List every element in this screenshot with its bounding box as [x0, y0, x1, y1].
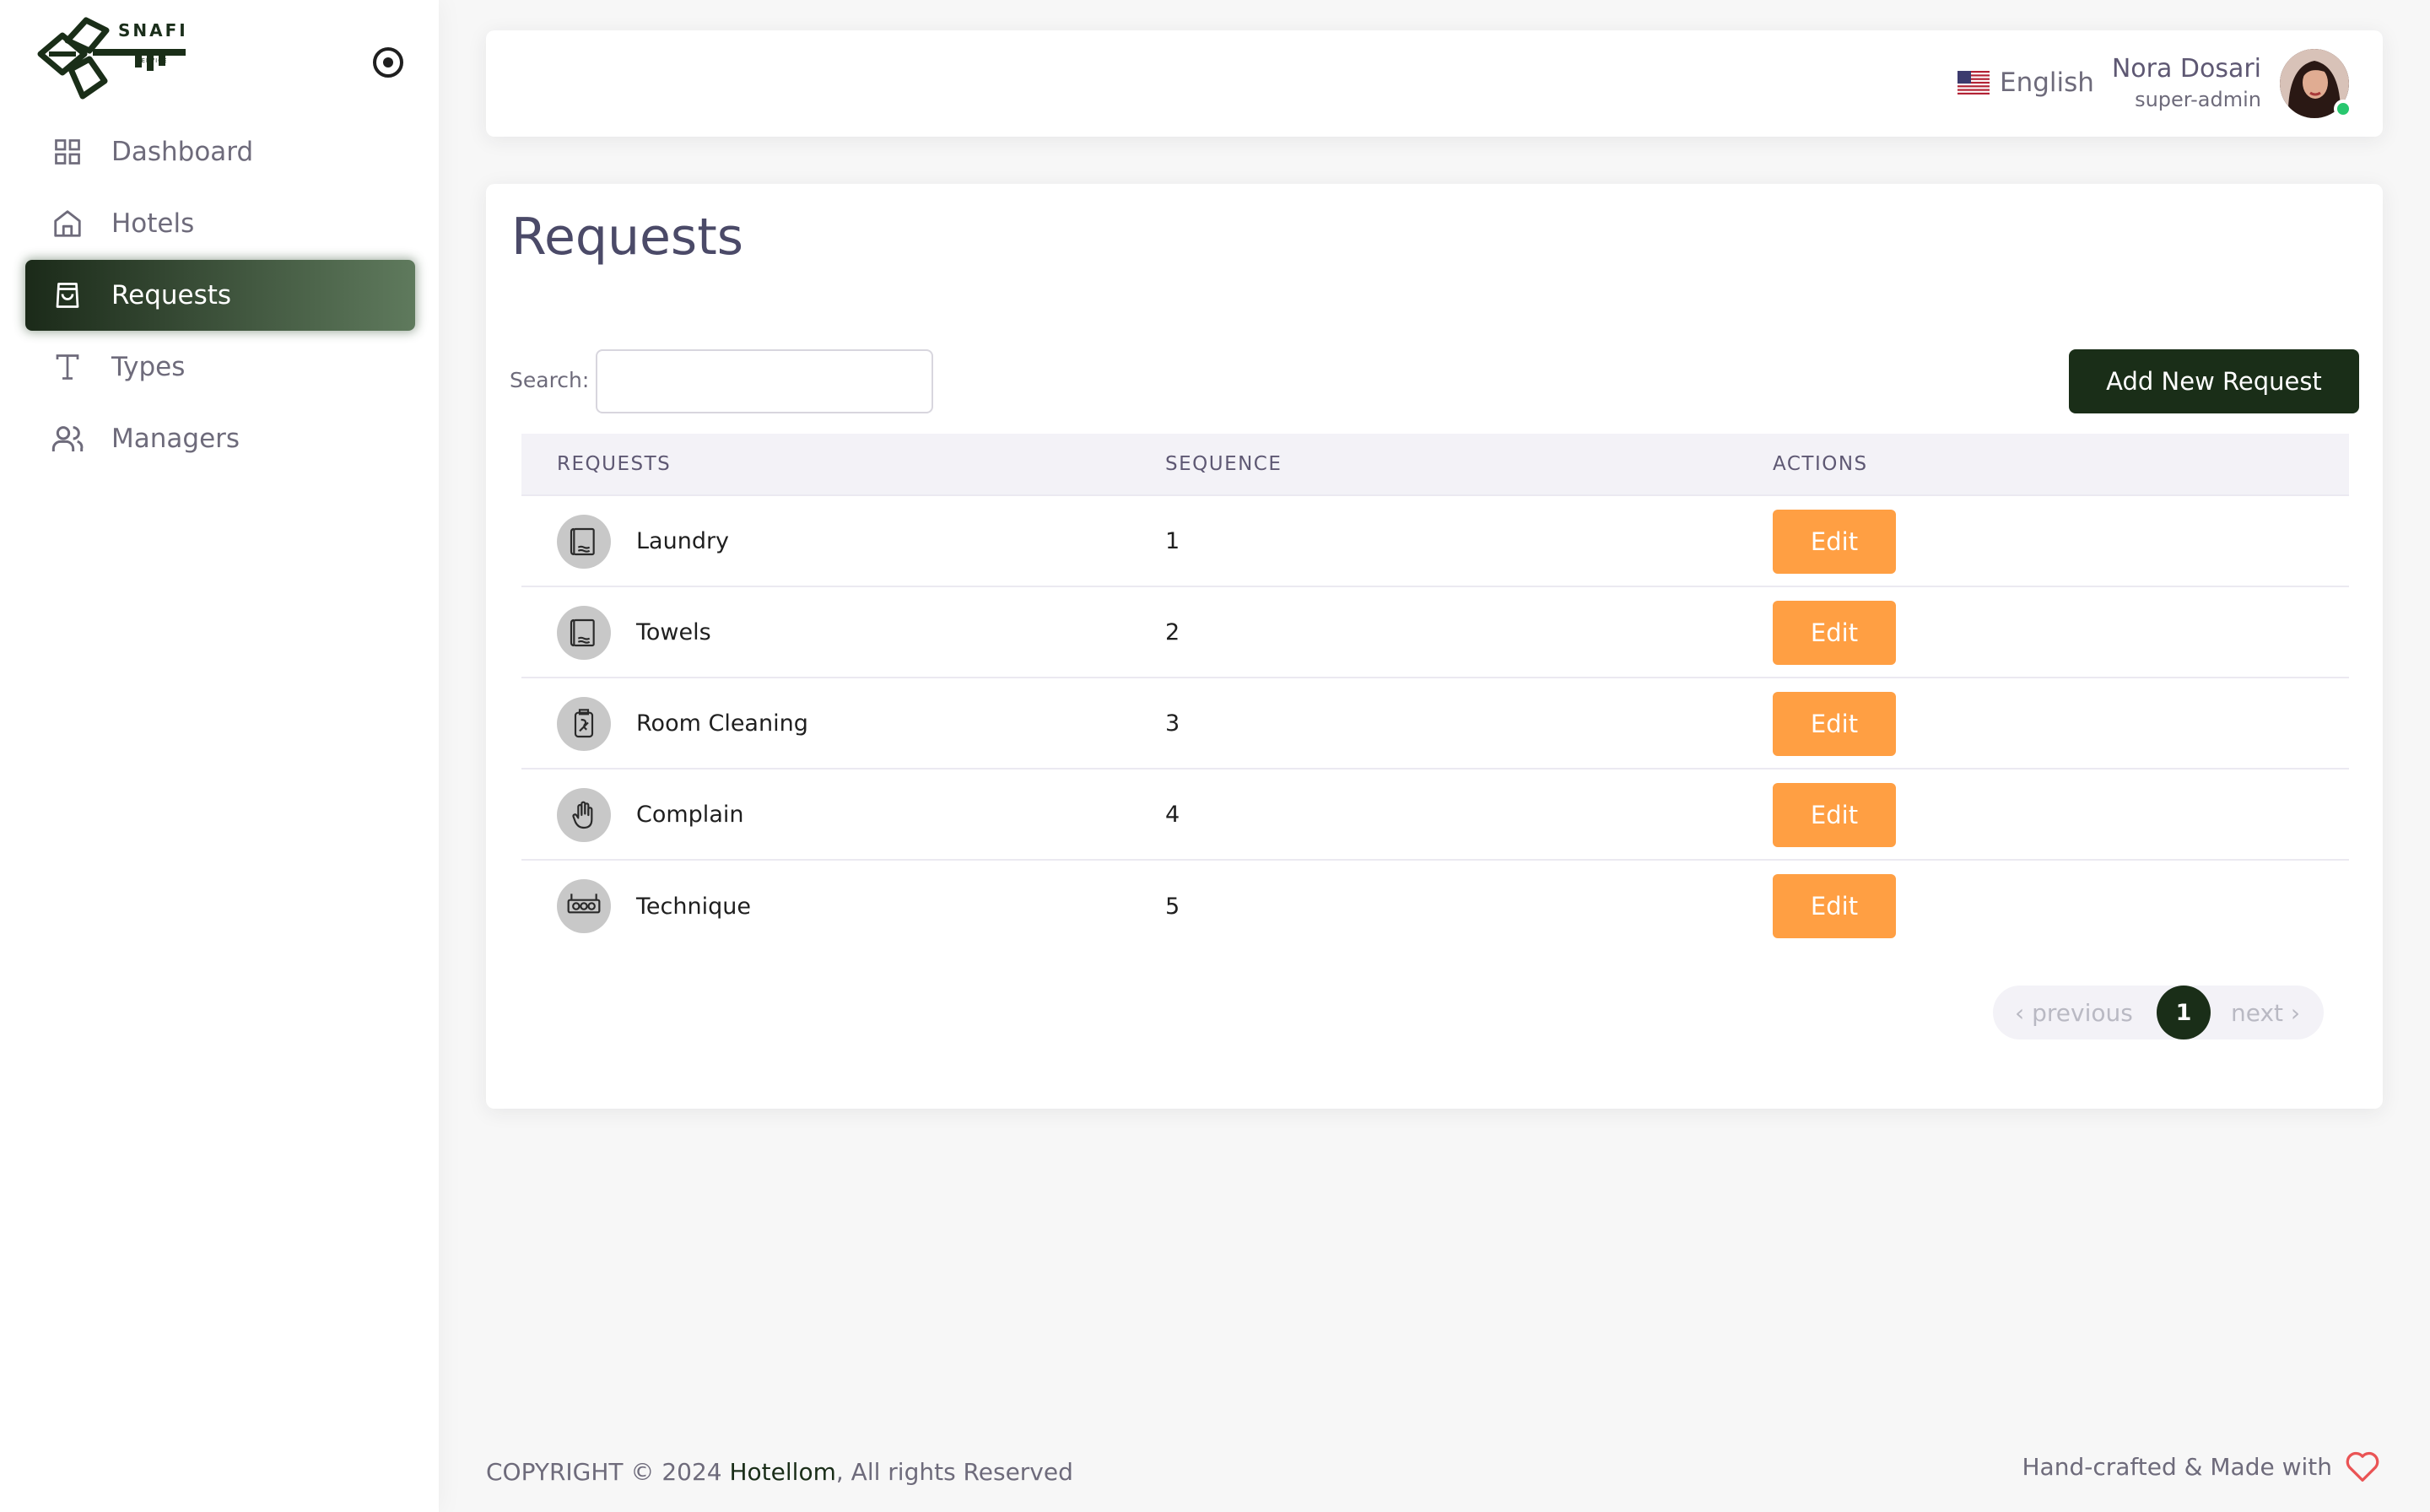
pagination: ‹ previous 1 next ›: [1993, 986, 2324, 1040]
footer-made-with: Hand-crafted & Made with: [2022, 1450, 2382, 1483]
requests-table: REQUESTS SEQUENCE ACTIONS Laundry 1 Edit: [521, 434, 2349, 952]
table-row: Room Cleaning 3 Edit: [521, 678, 2349, 770]
shopping-bag-icon: [51, 278, 84, 312]
hand-icon: [557, 788, 611, 842]
sidebar-item-managers[interactable]: Managers: [25, 403, 415, 474]
copyright-brand-link[interactable]: Hotellom: [730, 1458, 836, 1486]
pagination-next[interactable]: next ›: [2231, 999, 2300, 1027]
avatar[interactable]: [2280, 49, 2352, 118]
request-name: Complain: [636, 801, 744, 828]
sidebar-pin-toggle[interactable]: [370, 44, 407, 81]
towel-icon: [557, 515, 611, 569]
spray-bottle-icon: [557, 697, 611, 751]
sidebar: SNAFI HOTEL SERVICE Dashboard Hotels Req…: [0, 0, 439, 1512]
table-row: Towels 2 Edit: [521, 587, 2349, 678]
us-flag-icon: [1958, 71, 1990, 94]
plug-icon: [557, 879, 611, 933]
add-new-request-button[interactable]: Add New Request: [2069, 349, 2359, 413]
column-header-actions: ACTIONS: [1773, 453, 1868, 475]
user-name[interactable]: Nora Dosari: [2112, 54, 2261, 84]
sidebar-item-label: Requests: [111, 280, 232, 310]
language-selector[interactable]: English: [1958, 68, 2094, 98]
request-name: Room Cleaning: [636, 710, 808, 737]
type-icon: [51, 350, 84, 384]
sidebar-item-requests[interactable]: Requests: [25, 260, 415, 331]
search-label: Search:: [510, 368, 590, 392]
copyright-prefix: COPYRIGHT © 2024: [486, 1458, 730, 1486]
sidebar-item-hotels[interactable]: Hotels: [25, 188, 415, 259]
sidebar-item-dashboard[interactable]: Dashboard: [25, 116, 415, 187]
brand-tagline: HOTEL SERVICE: [137, 51, 168, 64]
sidebar-item-label: Dashboard: [111, 137, 254, 167]
online-status-dot: [2334, 100, 2352, 118]
request-name: Laundry: [636, 527, 730, 554]
request-sequence: 5: [1165, 893, 1180, 920]
table-row: Laundry 1 Edit: [521, 496, 2349, 587]
user-role: super-admin: [2135, 88, 2261, 111]
pagination-page-current[interactable]: 1: [2157, 986, 2211, 1040]
request-name: Technique: [636, 893, 751, 920]
brand-name: SNAFI: [118, 20, 188, 40]
request-sequence: 4: [1165, 801, 1180, 828]
request-sequence: 2: [1165, 618, 1180, 645]
edit-button[interactable]: Edit: [1773, 874, 1896, 938]
pagination-previous[interactable]: ‹ previous: [2015, 999, 2133, 1027]
column-header-sequence[interactable]: SEQUENCE: [1165, 453, 1282, 475]
page-title: Requests: [511, 208, 743, 267]
sidebar-nav: Dashboard Hotels Requests Types Managers: [25, 116, 415, 475]
requests-card: Requests Search: Add New Request REQUEST…: [486, 184, 2383, 1109]
sidebar-item-label: Managers: [111, 424, 240, 454]
table-row: Technique 5 Edit: [521, 861, 2349, 952]
sidebar-item-label: Types: [111, 352, 186, 382]
home-icon: [51, 207, 84, 240]
table-header: REQUESTS SEQUENCE ACTIONS: [521, 434, 2349, 496]
edit-button[interactable]: Edit: [1773, 692, 1896, 756]
towel-icon: [557, 606, 611, 660]
request-name: Towels: [636, 618, 711, 645]
language-label: English: [2000, 68, 2094, 98]
request-sequence: 1: [1165, 527, 1180, 554]
top-navbar: English Nora Dosari super-admin: [486, 30, 2383, 137]
request-sequence: 3: [1165, 710, 1180, 737]
table-row: Complain 4 Edit: [521, 770, 2349, 861]
made-with-text: Hand-crafted & Made with: [2022, 1452, 2333, 1481]
sidebar-item-label: Hotels: [111, 208, 195, 239]
footer-copyright: COPYRIGHT © 2024 Hotellom, All rights Re…: [486, 1458, 1073, 1486]
sidebar-item-types[interactable]: Types: [25, 332, 415, 402]
search-input[interactable]: [596, 349, 933, 413]
grid-icon: [51, 135, 84, 169]
column-header-requests[interactable]: REQUESTS: [557, 453, 671, 475]
circle-dot-icon: [373, 47, 403, 78]
brand-logo[interactable]: SNAFI HOTEL SERVICE: [34, 7, 194, 101]
users-icon: [51, 422, 84, 456]
edit-button[interactable]: Edit: [1773, 783, 1896, 847]
edit-button[interactable]: Edit: [1773, 510, 1896, 574]
edit-button[interactable]: Edit: [1773, 601, 1896, 665]
copyright-suffix: , All rights Reserved: [835, 1458, 1073, 1486]
heart-icon: [2346, 1451, 2379, 1482]
